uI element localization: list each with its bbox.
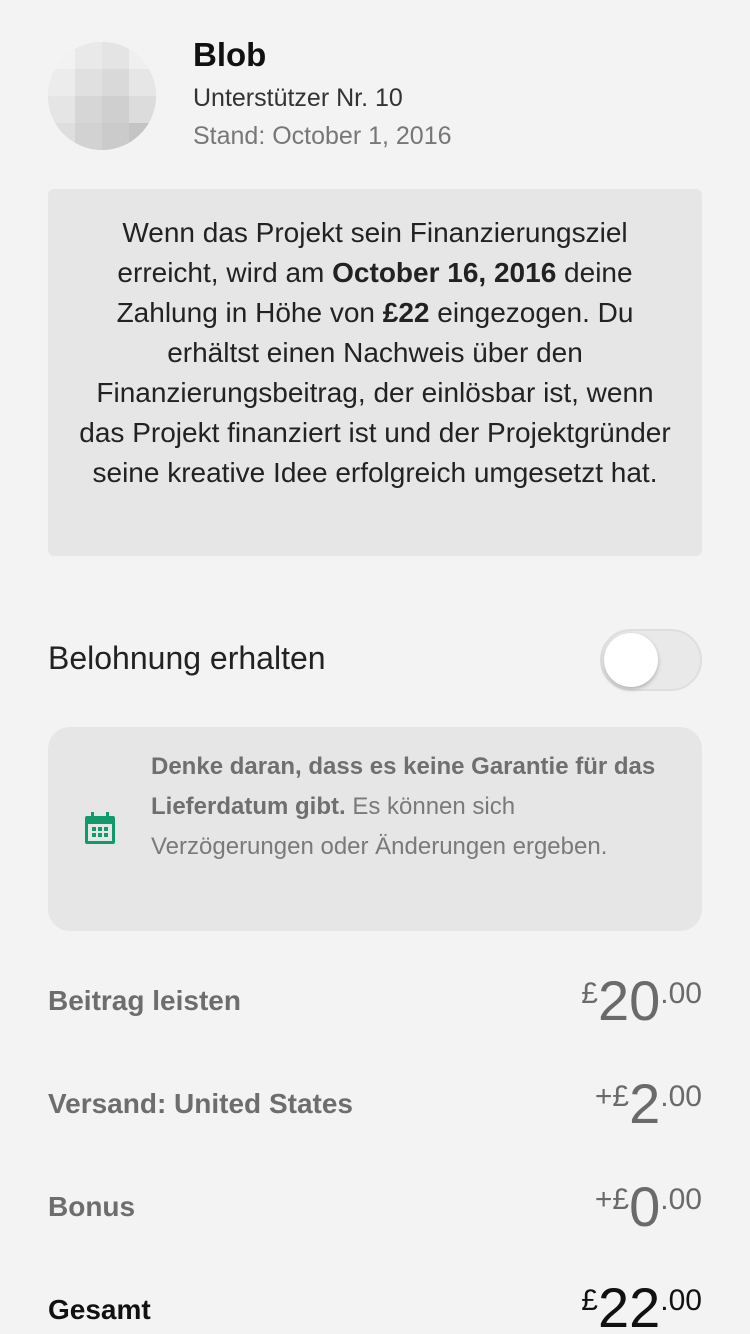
bonus-amount: +£0.00	[595, 1179, 702, 1235]
currency-prefix: £	[581, 1284, 598, 1317]
amount-cents: .00	[660, 1284, 702, 1317]
charge-date: October 16, 2016	[332, 257, 557, 288]
amount-cents: .00	[660, 977, 702, 1010]
toggle-knob	[604, 633, 658, 687]
charge-amount: £22	[382, 297, 430, 328]
reward-toggle[interactable]	[600, 629, 702, 691]
pledge-summary-page: Blob Unterstützer Nr. 10 Stand: October …	[0, 0, 750, 1334]
amount-cents: .00	[660, 1080, 702, 1113]
reward-toggle-label: Belohnung erhalten	[48, 640, 326, 676]
amount-whole: 22	[597, 1276, 661, 1334]
avatar	[48, 42, 156, 150]
backer-name: Blob	[193, 36, 267, 73]
amount-cents: .00	[660, 1183, 702, 1216]
delivery-notice: Denke daran, dass es keine Garantie für …	[48, 727, 702, 931]
total-amount: £22.00	[581, 1280, 702, 1334]
charge-info-box: Wenn das Projekt sein Finanzierungsziel …	[48, 189, 702, 556]
notice-text: Denke daran, dass es keine Garantie für …	[151, 747, 671, 867]
shipping-amount: +£2.00	[595, 1076, 702, 1132]
currency-prefix: £	[581, 977, 598, 1010]
amount-whole: 0	[629, 1175, 661, 1238]
bonus-label: Bonus	[48, 1191, 136, 1222]
calendar-icon	[85, 812, 115, 844]
pledge-amount: £20.00	[581, 973, 702, 1029]
pledge-date: Stand: October 1, 2016	[193, 122, 452, 150]
shipping-label: Versand: United States	[48, 1088, 353, 1119]
pledge-label: Beitrag leisten	[48, 985, 241, 1016]
amount-whole: 20	[597, 969, 661, 1032]
backer-number: Unterstützer Nr. 10	[193, 84, 403, 112]
total-label: Gesamt	[48, 1294, 151, 1325]
currency-prefix: +£	[594, 1183, 630, 1216]
currency-prefix: +£	[594, 1080, 630, 1113]
amount-whole: 2	[629, 1072, 661, 1135]
